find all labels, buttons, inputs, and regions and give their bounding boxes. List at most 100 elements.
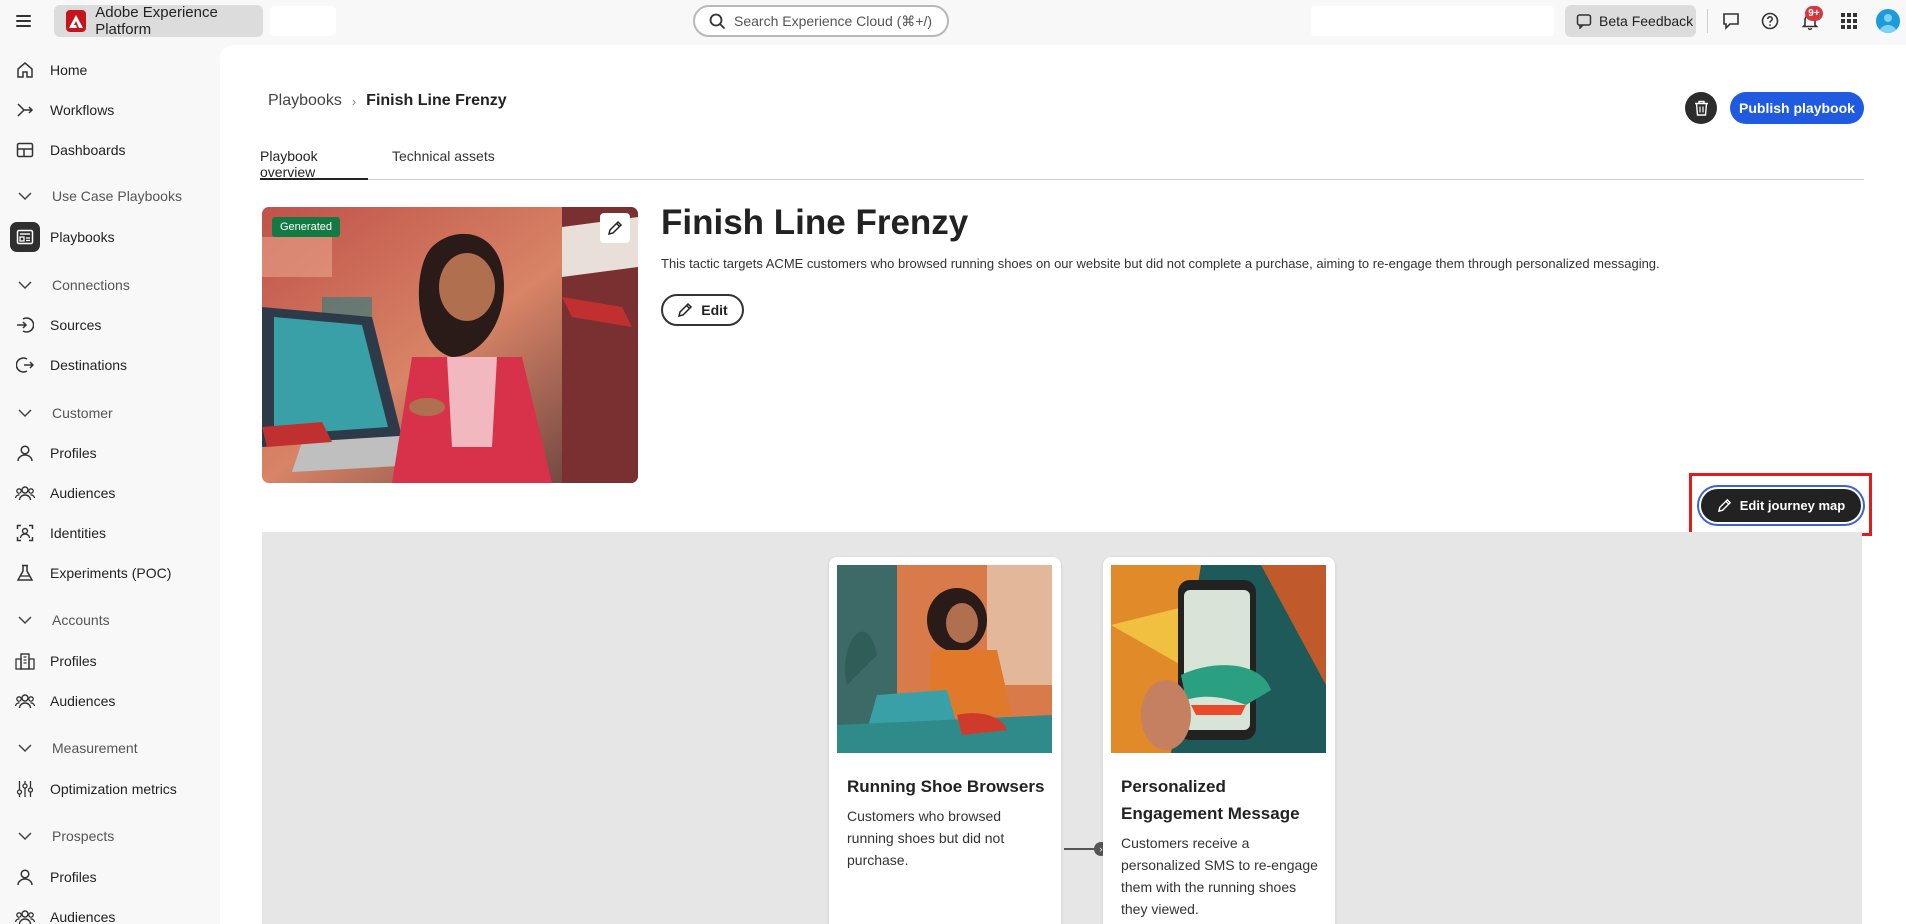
sidebar-group-accounts[interactable]: Accounts	[0, 605, 210, 635]
main-content: Playbooks › Finish Line Frenzy Publish p…	[220, 45, 1906, 924]
tab-technical-assets[interactable]: Technical assets	[392, 145, 495, 180]
sidebar-item-label: Playbooks	[50, 229, 115, 245]
search-input[interactable]: Search Experience Cloud (⌘+/)	[693, 5, 949, 37]
publish-playbook-button[interactable]: Publish playbook	[1730, 92, 1864, 124]
delete-button[interactable]	[1685, 92, 1717, 124]
hamburger-menu-icon[interactable]	[16, 12, 36, 30]
sidebar-group-label: Measurement	[52, 740, 138, 756]
feedback-icon	[1576, 14, 1592, 29]
divider	[1707, 9, 1708, 33]
sidebar-item-sources[interactable]: Sources	[0, 309, 210, 341]
top-bar: Adobe Experience Platform Search Experie…	[0, 0, 1906, 42]
chat-icon[interactable]	[1721, 11, 1741, 31]
card-image	[1111, 565, 1326, 753]
sidebar-item-home[interactable]: Home	[0, 54, 210, 86]
sidebar-item-identities[interactable]: Identities	[0, 517, 210, 549]
sidebar-group-label: Prospects	[52, 828, 115, 844]
card-title: Personalized Engagement Message	[1121, 777, 1300, 823]
sidebar-item-label: Profiles	[50, 445, 97, 461]
card-illustration	[1111, 565, 1326, 753]
help-icon[interactable]	[1760, 11, 1780, 31]
sidebar-item-customer-audiences[interactable]: Audiences	[0, 477, 210, 509]
apps-grid-icon[interactable]	[1839, 11, 1859, 31]
sidebar-item-destinations[interactable]: Destinations	[0, 349, 210, 381]
chevron-down-icon	[18, 405, 32, 421]
edit-journey-map-button[interactable]: Edit journey map	[1701, 489, 1861, 522]
journey-card-running-shoe-browsers[interactable]: Running Shoe Browsers Customers who brow…	[829, 557, 1061, 924]
page-title: Finish Line Frenzy	[661, 203, 969, 242]
journey-card-personalized-engagement[interactable]: Personalized Engagement Message Customer…	[1103, 557, 1335, 924]
app-name: Adobe Experience Platform	[95, 4, 218, 38]
workflows-icon	[14, 99, 36, 121]
app-switcher-chip[interactable]: Adobe Experience Platform	[54, 4, 263, 38]
hero-image: Generated	[262, 207, 638, 483]
sidebar-group-label: Connections	[52, 277, 130, 293]
sidebar-item-label: Experiments (POC)	[50, 565, 172, 581]
sidebar-item-accounts-audiences[interactable]: Audiences	[0, 685, 210, 717]
user-avatar[interactable]	[1876, 9, 1900, 33]
profile-icon	[14, 442, 36, 464]
sidebar-item-label: Home	[50, 62, 88, 78]
pencil-icon	[678, 302, 693, 318]
breadcrumb-current: Finish Line Frenzy	[366, 92, 507, 109]
playbooks-icon	[10, 222, 40, 252]
sidebar-item-experiments[interactable]: Experiments (POC)	[0, 557, 210, 589]
sidebar-group-label: Accounts	[52, 612, 110, 628]
sidebar-group-use-case-playbooks[interactable]: Use Case Playbooks	[0, 181, 210, 211]
buildings-icon	[14, 650, 36, 672]
journey-map-canvas: Running Shoe Browsers Customers who brow…	[262, 532, 1862, 924]
chevron-down-icon	[18, 188, 32, 204]
edit-button[interactable]: Edit	[661, 294, 744, 326]
sidebar-item-label: Audiences	[50, 693, 116, 709]
sources-icon	[14, 314, 36, 336]
audiences-icon	[14, 906, 36, 924]
profile-icon	[14, 866, 36, 888]
destinations-icon	[14, 354, 36, 376]
identity-icon	[14, 522, 36, 544]
sidebar-item-label: Sources	[50, 317, 102, 333]
sidebar-group-label: Use Case Playbooks	[52, 188, 182, 204]
tab-playbook-overview[interactable]: Playbook overview	[260, 145, 368, 180]
beta-feedback-label: Beta Feedback	[1599, 13, 1694, 29]
tab-bar: Playbook overview Technical assets	[260, 145, 1864, 180]
sidebar-item-prospects-audiences[interactable]: Audiences	[0, 901, 210, 924]
sidebar-item-accounts-profiles[interactable]: Profiles	[0, 645, 210, 677]
search-placeholder: Search Experience Cloud (⌘+/)	[734, 12, 933, 29]
sidebar-item-label: Profiles	[50, 653, 97, 669]
sidebar-group-customer[interactable]: Customer	[0, 398, 210, 428]
sidebar-item-label: Identities	[50, 525, 107, 541]
audiences-icon	[14, 690, 36, 712]
sidebar-item-label: Dashboards	[50, 142, 126, 158]
edit-button-label: Edit	[701, 302, 728, 318]
beta-feedback-button[interactable]: Beta Feedback	[1565, 5, 1696, 37]
sidebar-item-customer-profiles[interactable]: Profiles	[0, 437, 210, 469]
sidebar-item-playbooks[interactable]: Playbooks	[0, 221, 210, 253]
chevron-down-icon	[18, 828, 32, 844]
pencil-icon	[607, 220, 623, 236]
sidebar-item-optimization-metrics[interactable]: Optimization metrics	[0, 773, 210, 805]
org-selector[interactable]	[270, 6, 336, 36]
chevron-right-icon: ›	[351, 93, 357, 109]
generated-badge: Generated	[272, 217, 340, 237]
sidebar-group-measurement[interactable]: Measurement	[0, 733, 210, 763]
breadcrumb-playbooks[interactable]: Playbooks	[268, 92, 342, 110]
sandbox-selector[interactable]	[1311, 6, 1554, 36]
edit-journey-map-label: Edit journey map	[1739, 498, 1846, 513]
chevron-down-icon	[18, 277, 32, 293]
card-title: Running Shoe Browsers	[847, 777, 1045, 796]
sidebar-item-workflows[interactable]: Workflows	[0, 94, 210, 126]
sidebar-item-dashboards[interactable]: Dashboards	[0, 134, 210, 166]
chevron-down-icon	[18, 612, 32, 628]
sidebar-item-label: Audiences	[50, 485, 116, 501]
sidebar-group-label: Customer	[52, 405, 113, 421]
notification-badge: 9+	[1805, 6, 1823, 21]
left-sidebar: Home Workflows Dashboards Use Case Playb…	[0, 42, 220, 924]
card-description: Customers receive a personalized SMS to …	[1121, 835, 1318, 917]
pencil-icon	[1717, 498, 1731, 513]
sidebar-item-prospects-profiles[interactable]: Profiles	[0, 861, 210, 893]
edit-image-button[interactable]	[600, 213, 630, 243]
card-description: Customers who browsed running shoes but …	[847, 808, 1005, 868]
audiences-icon	[14, 482, 36, 504]
sidebar-group-prospects[interactable]: Prospects	[0, 821, 210, 851]
sidebar-group-connections[interactable]: Connections	[0, 270, 210, 300]
